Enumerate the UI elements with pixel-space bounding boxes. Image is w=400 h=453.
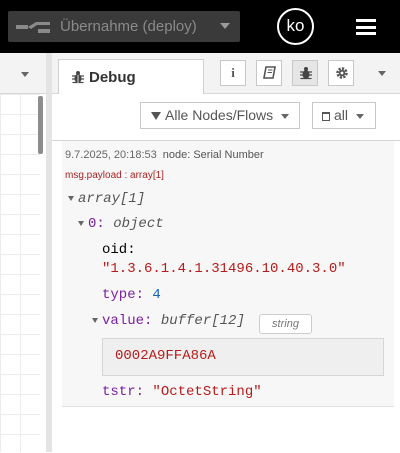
node-filter-select[interactable]: Alle Nodes/Flows (140, 102, 300, 129)
debug-messages-list[interactable]: 9.7.2025, 20:18:53 node: Serial Number ms… (52, 140, 400, 453)
workspace-tabs-caret-icon[interactable] (21, 72, 29, 77)
deploy-icon (16, 22, 50, 33)
buffer-value-text: 0002A9FFA86A (115, 348, 216, 364)
buffer-value-box: 0002A9FFA86A (102, 338, 384, 376)
type-row: type: 4 (102, 287, 161, 303)
expand-triangle-icon (92, 317, 98, 323)
message-timestamp: 9.7.2025, 20:18:53 (65, 149, 157, 161)
debug-tab-button[interactable] (292, 60, 318, 86)
help-tab-button[interactable] (256, 60, 282, 86)
message-meta: 9.7.2025, 20:18:53 node: Serial Number (65, 149, 264, 161)
book-icon (263, 66, 276, 79)
tab-debug[interactable]: Debug (58, 59, 204, 94)
tree-root-row[interactable]: array[1] (68, 191, 145, 207)
sidebar-tabbar: Debug i (52, 53, 400, 94)
sidebar-pane: Debug i Alle Nodes/Flows all 9.7.2025, 2… (46, 53, 400, 453)
deploy-menu-caret-icon[interactable] (220, 23, 230, 29)
tree-root-type: array[1] (78, 191, 146, 207)
type-value: 4 (152, 287, 161, 303)
value-key: value: (102, 313, 153, 329)
deploy-label: Übernahme (deploy) (60, 18, 197, 35)
info-icon: i (231, 65, 235, 80)
tree-item-type: object (113, 216, 164, 232)
debug-message: 9.7.2025, 20:18:53 node: Serial Number ms… (62, 141, 394, 407)
clear-messages-button[interactable]: all (312, 102, 376, 129)
value-row[interactable]: value: buffer[12] (92, 313, 245, 329)
tab-debug-label: Debug (89, 69, 136, 86)
sidebar-tabs-caret-icon[interactable] (378, 71, 386, 76)
tstr-value: "OctetString" (152, 384, 262, 400)
user-avatar[interactable]: ko (277, 8, 314, 45)
tstr-row: tstr: "OctetString" (102, 384, 262, 400)
type-key: type: (102, 287, 145, 303)
clear-label: all (334, 107, 349, 123)
tstr-key: tstr: (102, 384, 145, 400)
expand-triangle-icon (78, 220, 84, 226)
workspace-canvas-pane (0, 53, 47, 452)
debug-filter-bar: Alle Nodes/Flows all (52, 94, 400, 140)
bug-icon (72, 71, 84, 84)
message-node-link[interactable]: node: Serial Number (163, 149, 264, 161)
workspace-tabbar (0, 53, 46, 94)
oid-value: "1.3.6.1.4.1.31496.10.40.3.0" (102, 261, 346, 277)
canvas-scroll-thumb[interactable] (38, 96, 43, 154)
bug-icon (300, 67, 312, 80)
expand-triangle-icon (68, 195, 74, 201)
deploy-button[interactable]: Übernahme (deploy) (8, 11, 240, 42)
header-bar: Übernahme (deploy) ko (0, 0, 400, 53)
message-topic: msg.payload : array[1] (65, 170, 164, 181)
filter-icon (151, 112, 161, 121)
buffer-format-toggle[interactable]: string (259, 314, 312, 334)
chevron-down-icon (281, 113, 290, 119)
value-type: buffer[12] (160, 313, 245, 329)
main-menu-icon[interactable] (356, 19, 376, 35)
tree-item-row[interactable]: 0: object (78, 216, 164, 232)
chevron-down-icon (356, 113, 365, 119)
tree-item-index: 0: (88, 216, 105, 232)
gear-icon (336, 67, 348, 79)
trash-icon (322, 111, 330, 121)
info-tab-button[interactable]: i (220, 60, 246, 86)
settings-tab-button[interactable] (328, 60, 354, 86)
flow-canvas[interactable] (0, 94, 40, 452)
oid-key: oid: (102, 242, 136, 258)
node-filter-label: Alle Nodes/Flows (165, 107, 274, 123)
